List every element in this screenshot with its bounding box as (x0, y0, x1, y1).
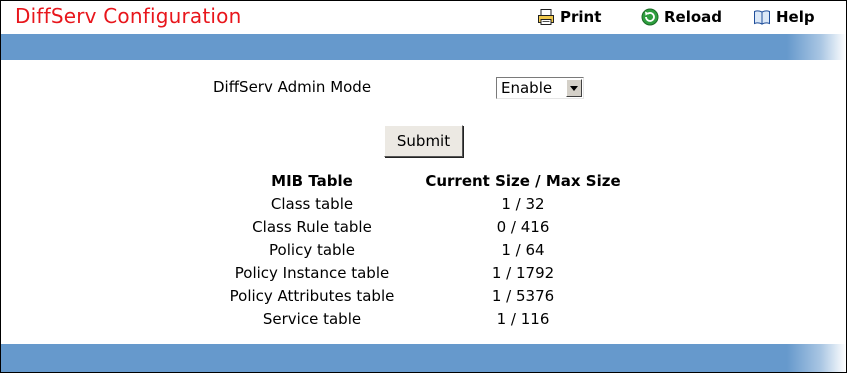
print-label: Print (560, 8, 602, 26)
header-divider-bar (1, 34, 846, 60)
table-size-cell: 1 / 1792 (491, 263, 555, 282)
table-name-cell: Policy Instance table (234, 263, 390, 282)
reload-label: Reload (664, 8, 723, 26)
page-frame: DiffServ Configuration Print Reload Help… (0, 0, 847, 373)
admin-mode-value: Enable (501, 79, 553, 97)
help-button[interactable]: Help (753, 6, 815, 28)
table-size-cell: 1 / 32 (501, 194, 545, 213)
table-size-cell: 0 / 416 (496, 217, 550, 236)
table-row: Policy Attributes table 1 / 5376 (213, 284, 635, 307)
submit-button[interactable]: Submit (384, 125, 463, 157)
table-name-cell: Class table (270, 194, 354, 213)
table-size-cell: 1 / 116 (496, 309, 550, 328)
help-label: Help (776, 8, 815, 26)
printer-icon (537, 8, 555, 26)
admin-mode-label: DiffServ Admin Mode (213, 78, 372, 96)
chevron-down-icon[interactable] (566, 79, 582, 97)
table-name-cell: Class Rule table (252, 217, 372, 236)
table-header-row: MIB Table Current Size / Max Size (213, 169, 635, 192)
table-name-cell: Service table (262, 309, 362, 328)
table-row: Policy table 1 / 64 (213, 238, 635, 261)
table-row: Service table 1 / 116 (213, 307, 635, 330)
help-book-icon (753, 8, 771, 26)
table-row: Class table 1 / 32 (213, 192, 635, 215)
table-size-cell: 1 / 64 (501, 240, 545, 259)
table-size-cell: 1 / 5376 (491, 286, 555, 305)
column-header-mib-table: MIB Table (271, 171, 353, 190)
print-button[interactable]: Print (537, 6, 601, 28)
table-row: Policy Instance table 1 / 1792 (213, 261, 635, 284)
column-header-size: Current Size / Max Size (425, 171, 621, 190)
footer-divider-bar (1, 344, 846, 372)
table-name-cell: Policy table (269, 240, 355, 259)
reload-icon (641, 8, 659, 26)
toolbar: Print Reload Help (1, 6, 846, 28)
table-name-cell: Policy Attributes table (229, 286, 395, 305)
table-row: Class Rule table 0 / 416 (213, 215, 635, 238)
mib-table: MIB Table Current Size / Max Size Class … (213, 169, 635, 330)
reload-button[interactable]: Reload (641, 6, 722, 28)
admin-mode-select[interactable]: Enable (496, 77, 584, 99)
